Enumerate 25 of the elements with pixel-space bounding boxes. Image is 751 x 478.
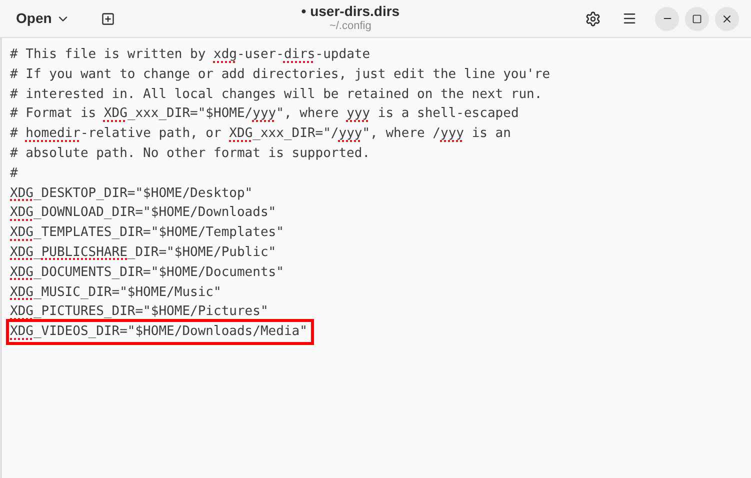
code-line: XDG_PICTURES_DIR="$HOME/Pictures" [10, 303, 268, 322]
code-line: # [10, 164, 18, 183]
maximize-icon [692, 14, 702, 24]
code-line: # This file is written by xdg-user-dirs-update [10, 46, 370, 64]
code-line: # interested in. All local changes will be retained on the next run. [10, 86, 542, 104]
settings-icon [585, 10, 601, 26]
close-icon [721, 12, 733, 24]
window-title: user-dirs.dirs [310, 2, 400, 20]
code-line: XDG_DOWNLOAD_DIR="$HOME/Downloads" [10, 204, 276, 222]
window-subtitle: ~/.config [329, 20, 372, 34]
code-line: # homedir-relative path, or XDG_xxx_DIR="/yyy", where /yyy is an [10, 125, 511, 144]
code-line: XDG_DOCUMENTS_DIR="$HOME/Documents" [10, 264, 284, 282]
menu-icon [622, 11, 636, 26]
add-tab-icon [100, 12, 115, 26]
code-line: # absolute path. No other format is supported. [10, 144, 370, 163]
modified-indicator: • [301, 2, 306, 20]
code-line: # Format is XDG_xxx_DIR="$HOME/yyy", where yyy is a shell-escaped [10, 105, 519, 124]
maximize-button[interactable] [685, 6, 709, 30]
code-line: XDG_TEMPLATES_DIR="$HOME/Templates" [10, 224, 284, 242]
open-button[interactable]: Open [8, 4, 78, 32]
code-line: # If you want to change or add directories, just edit the line you're [10, 66, 550, 84]
code-line: XDG_MUSIC_DIR="$HOME/Music" [10, 284, 222, 302]
code-line: XDG_DESKTOP_DIR="$HOME/Desktop" [10, 184, 253, 203]
highlighted-code-line: XDG_VIDEOS_DIR="$HOME/Downloads/Media" [9, 322, 312, 342]
close-button[interactable] [715, 6, 739, 30]
